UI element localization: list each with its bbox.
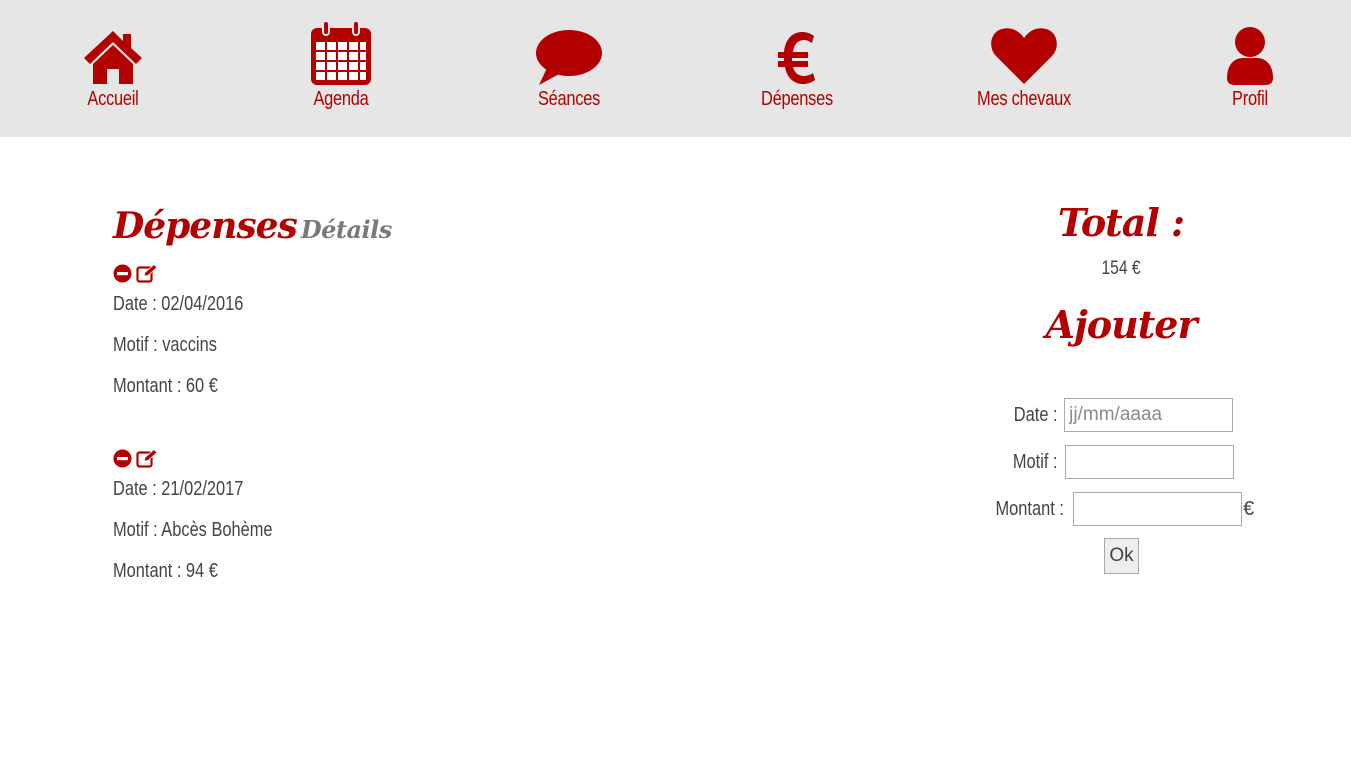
calendar-icon — [261, 18, 421, 86]
expense-actions — [113, 262, 613, 284]
nav-label-agenda: Agenda — [313, 88, 369, 110]
total-heading: Total : — [1057, 200, 1185, 245]
add-heading: Ajouter — [1045, 302, 1198, 347]
montant-input[interactable] — [1073, 492, 1243, 526]
currency-symbol: € — [1243, 497, 1255, 520]
nav-label-depenses: Dépenses — [761, 88, 833, 110]
nav-item-agenda[interactable]: Agenda — [261, 0, 421, 137]
motif-row: Motif : — [990, 443, 1252, 481]
page-title: Dépenses Détails — [113, 205, 392, 247]
delete-icon[interactable] — [113, 264, 132, 283]
date-row: Date : — [990, 396, 1252, 434]
nav-label-mes-chevaux: Mes chevaux — [977, 88, 1071, 110]
nav-item-depenses[interactable]: Dépenses — [717, 0, 877, 137]
submit-button[interactable]: Ok — [1104, 538, 1139, 574]
nav-label-seances: Séances — [537, 88, 601, 110]
page-subtitle: Détails — [300, 215, 392, 244]
motif-label: Motif : — [1013, 450, 1058, 473]
total-value: 154 € — [1101, 258, 1141, 279]
nav-item-mes-chevaux[interactable]: Mes chevaux — [944, 0, 1104, 137]
nav-label-accueil: Accueil — [87, 88, 139, 110]
delete-icon[interactable] — [113, 449, 132, 468]
euro-icon — [717, 18, 877, 86]
expense-item: Date : 02/04/2016 Motif : vaccins Montan… — [113, 262, 613, 407]
edit-icon[interactable] — [136, 263, 158, 283]
expense-montant: Montant : 94 € — [113, 560, 218, 582]
montant-label: Montant : — [995, 497, 1064, 520]
expense-motif: Motif : vaccins — [113, 334, 217, 356]
heart-icon — [944, 18, 1104, 86]
expense-date: Date : 21/02/2017 — [113, 478, 244, 500]
expense-item: Date : 21/02/2017 Motif : Abcès Bohème M… — [113, 447, 613, 592]
date-input[interactable] — [1064, 398, 1234, 432]
expense-motif: Motif : Abcès Bohème — [113, 519, 273, 541]
nav-item-profil[interactable]: Profil — [1170, 0, 1330, 137]
expense-actions — [113, 447, 613, 469]
nav-label-profil: Profil — [1232, 88, 1268, 110]
nav-item-seances[interactable]: Séances — [489, 0, 649, 137]
motif-input[interactable] — [1064, 445, 1234, 479]
speech-bubble-icon — [489, 18, 649, 86]
edit-icon[interactable] — [136, 448, 158, 468]
montant-row: Montant : € — [990, 490, 1255, 528]
expense-montant: Montant : 60 € — [113, 375, 218, 397]
date-label: Date : — [1013, 403, 1058, 426]
nav-item-accueil[interactable]: Accueil — [33, 0, 193, 137]
page-title-text: Dépenses — [113, 205, 298, 247]
expense-date: Date : 02/04/2016 — [113, 293, 244, 315]
top-navigation: Accueil Agenda Séances Dépenses Mes chev… — [0, 0, 1351, 137]
user-icon — [1170, 18, 1330, 86]
home-icon — [33, 18, 193, 86]
